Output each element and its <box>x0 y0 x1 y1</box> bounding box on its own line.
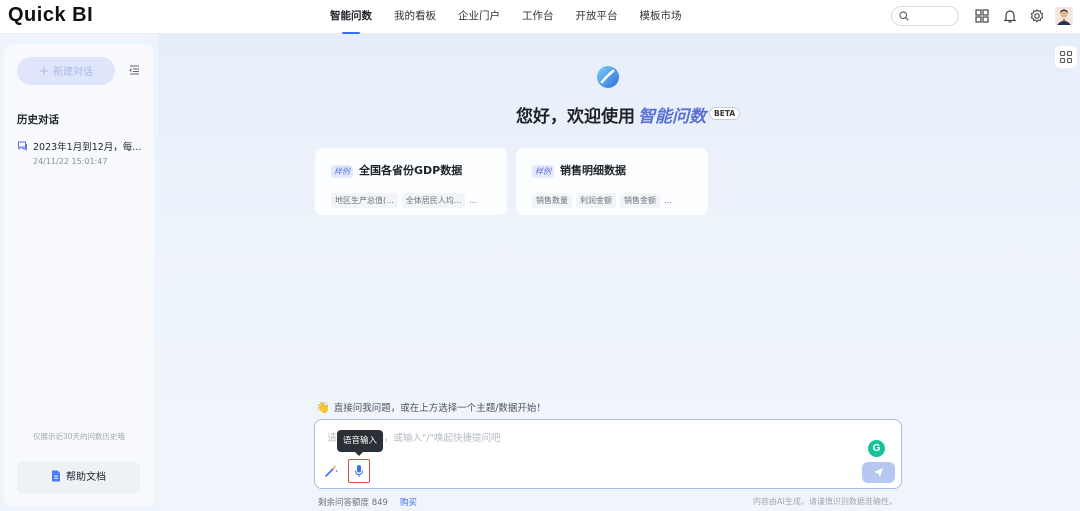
plus-icon: + <box>38 64 50 78</box>
welcome-text: 您好，欢迎使用 <box>516 107 635 127</box>
nav-item-enterprise-portal[interactable]: 企业门户 <box>458 0 500 34</box>
search-icon <box>899 11 909 21</box>
help-docs-label: 帮助文档 <box>66 472 106 483</box>
sample-tag: 样例 <box>532 165 554 178</box>
nav-item-smart-query[interactable]: 智能问数 <box>330 0 372 34</box>
send-icon <box>874 468 883 477</box>
send-button[interactable] <box>862 462 895 483</box>
card-title: 全国各省份GDP数据 <box>359 164 463 177</box>
settings-gear-icon[interactable] <box>1029 8 1045 24</box>
bell-icon[interactable] <box>1002 8 1018 24</box>
voice-input-tooltip: 语音输入 <box>337 430 383 456</box>
new-chat-button[interactable]: + 新建对话 <box>17 57 115 85</box>
field-chips: 地区生产总值(... 全体居民人均...... <box>331 188 477 208</box>
sidebar: + 新建对话 历史对话 2023年1月到12月，每... 24/11/22 15:… <box>4 44 154 506</box>
field-chip[interactable]: 利润金额 <box>576 193 616 208</box>
user-avatar-image <box>1055 7 1073 25</box>
history-section-title: 历史对话 <box>17 114 59 126</box>
sample-dataset-card-gdp[interactable]: 样例 全国各省份GDP数据 地区生产总值(... 全体居民人均...... <box>315 148 507 215</box>
microphone-icon <box>355 465 363 477</box>
quick-bi-logo[interactable]: Quick BI <box>8 4 93 27</box>
document-icon <box>52 470 60 482</box>
field-chip[interactable]: 地区生产总值(... <box>331 193 398 208</box>
ai-disclaimer: 内容由AI生成，请谨慎识别数据准确性。 <box>753 497 897 506</box>
welcome-heading: 您好，欢迎使用 智能问数 <box>516 102 706 127</box>
history-item-time: 24/11/22 15:01:47 <box>33 157 108 166</box>
more-fields[interactable]: ... <box>469 196 477 205</box>
remaining-quota: 剩余问答额度 849 <box>318 498 388 508</box>
top-navigation-bar: Quick BI 智能问数 我的看板 企业门户 工作台 开放平台 模板市场 <box>0 0 1080 34</box>
field-chip[interactable]: 销售数量 <box>532 193 572 208</box>
nav-item-my-dashboards[interactable]: 我的看板 <box>394 0 436 34</box>
field-chip[interactable]: 全体居民人均... <box>401 193 466 208</box>
buy-link[interactable]: 购买 <box>400 496 417 508</box>
grid-icon <box>1059 50 1073 64</box>
waving-hand-icon: 👋 <box>316 401 330 414</box>
nav-item-open-platform[interactable]: 开放平台 <box>576 0 618 34</box>
sample-tag: 样例 <box>331 165 353 178</box>
beta-badge: BETA <box>709 107 741 120</box>
suggestion-hint: 👋 直接问我问题，或在上方选择一个主题/数据开始！ <box>316 400 546 414</box>
grid-apps-icon[interactable] <box>974 8 990 24</box>
nav-item-workbench[interactable]: 工作台 <box>522 0 554 34</box>
question-input[interactable]: 请 问，或输入"/"唤起快捷提问吧 <box>314 419 902 489</box>
avatar[interactable] <box>1055 7 1073 25</box>
voice-input-button[interactable] <box>348 459 370 483</box>
field-chip[interactable]: 销售金额 <box>620 193 660 208</box>
sample-dataset-card-sales[interactable]: 样例 销售明细数据 销售数量 利润金额 销售金额... <box>516 148 708 215</box>
suggestion-text: 直接问我问题，或在上方选择一个主题/数据开始！ <box>333 403 546 414</box>
app-switcher-button[interactable] <box>1055 46 1077 68</box>
magic-wand-icon[interactable] <box>324 464 338 478</box>
nav-item-template-market[interactable]: 模板市场 <box>640 0 682 34</box>
more-fields[interactable]: ... <box>664 196 672 205</box>
grammarly-icon[interactable]: G <box>868 440 885 457</box>
card-title: 销售明细数据 <box>560 164 626 177</box>
new-chat-label: 新建对话 <box>53 67 94 78</box>
collapse-sidebar-icon[interactable] <box>129 65 140 75</box>
field-chips: 销售数量 利润金额 销售金额... <box>532 188 672 208</box>
history-item-title: 2023年1月到12月，每... <box>33 142 142 153</box>
chat-bubble-icon <box>18 141 27 151</box>
global-search-input[interactable] <box>891 6 959 26</box>
smart-query-logo-icon <box>597 66 619 88</box>
help-docs-button[interactable]: 帮助文档 <box>17 462 140 494</box>
history-retention-note: 仅展示近30天的问数历史哦 <box>32 432 126 441</box>
brand-name: 智能问数 <box>638 107 706 127</box>
main-nav: 智能问数 我的看板 企业门户 工作台 开放平台 模板市场 <box>330 0 704 34</box>
